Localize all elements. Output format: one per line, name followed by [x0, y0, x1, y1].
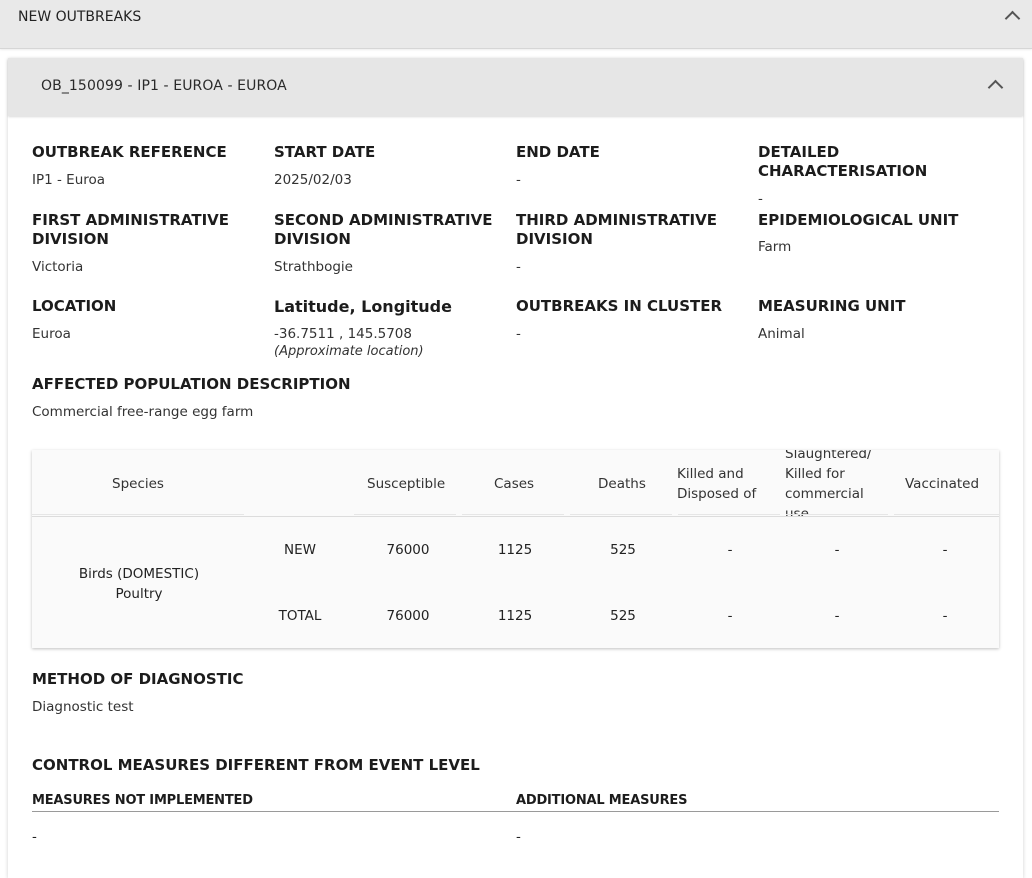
- additional-measures-value: -: [516, 829, 521, 845]
- header-slaughtered-line1: Slaughtered/: [785, 450, 872, 462]
- outbreak-card-title: OB_150099 - IP1 - EUROA - EUROA: [41, 78, 287, 94]
- header-divider: [354, 514, 456, 515]
- table-header: Species Susceptible Cases Deaths Killed …: [32, 450, 999, 517]
- new-outbreaks-title: NEW OUTBREAKS: [18, 9, 142, 25]
- field-label: AFFECTED POPULATION DESCRIPTION: [32, 375, 351, 393]
- header-slaughtered: Slaughtered/ Killed for commercial use: [785, 450, 872, 517]
- header-cases: Cases: [494, 476, 535, 492]
- chevron-up-icon[interactable]: [987, 79, 1004, 96]
- header-killed-line2: Disposed of: [677, 486, 757, 502]
- field-value: Commercial free-range egg farm: [32, 404, 254, 420]
- field-end-date: END DATE -: [516, 143, 746, 189]
- header-species: Species: [112, 476, 164, 492]
- field-measuring-unit: MEASURING UNIT Animal: [758, 297, 1008, 343]
- field-label: MEASURING UNIT: [758, 297, 906, 315]
- measures-not-implemented-label: MEASURES NOT IMPLEMENTED: [32, 793, 253, 808]
- control-measures-section: CONTROL MEASURES DIFFERENT FROM EVENT LE…: [32, 756, 632, 775]
- field-third-admin-division: THIRD ADMINISTRATIVE DIVISION -: [516, 211, 746, 276]
- header-deaths: Deaths: [598, 476, 646, 492]
- new-outbreaks-panel-header[interactable]: NEW OUTBREAKS: [0, 0, 1032, 49]
- measures-not-implemented-value: -: [32, 829, 37, 845]
- cell-susceptible: 76000: [386, 608, 430, 624]
- header-divider: [678, 514, 780, 515]
- header-vaccinated: Vaccinated: [905, 476, 980, 492]
- cell-vaccinated: -: [942, 542, 948, 558]
- cell-cases: 1125: [497, 542, 533, 558]
- field-value: -: [758, 191, 763, 207]
- field-value: Diagnostic test: [32, 699, 134, 715]
- field-value: -: [516, 172, 521, 188]
- cell-vaccinated: -: [942, 608, 948, 624]
- approximate-location-note: (Approximate location): [274, 344, 424, 359]
- field-value: IP1 - Euroa: [32, 172, 106, 188]
- header-divider: [32, 514, 244, 515]
- field-method-of-diagnostic: METHOD OF DIAGNOSTIC Diagnostic test: [32, 670, 432, 716]
- header-susceptible: Susceptible: [367, 476, 446, 492]
- header-slaughtered-line3: commercial: [785, 486, 864, 502]
- field-label: END DATE: [516, 143, 600, 161]
- field-value: Animal: [758, 326, 805, 342]
- cell-slaughtered: -: [834, 542, 840, 558]
- control-measures-title: CONTROL MEASURES DIFFERENT FROM EVENT LE…: [32, 756, 480, 774]
- field-value: 2025/02/03: [274, 172, 352, 188]
- field-second-admin-division: SECOND ADMINISTRATIVE DIVISION Strathbog…: [274, 211, 504, 276]
- field-label: THIRD ADMINISTRATIVE DIVISION: [516, 211, 717, 248]
- header-slaughtered-line4: use: [785, 506, 809, 517]
- species-cell: Birds (DOMESTIC) Poultry: [52, 564, 226, 604]
- field-value: -36.7511 , 145.5708: [274, 326, 412, 342]
- field-value: Strathbogie: [274, 259, 353, 275]
- measures-divider: [32, 811, 999, 812]
- field-latitude-longitude: Latitude, Longitude -36.7511 , 145.5708 …: [274, 297, 504, 361]
- field-label: Latitude, Longitude: [274, 297, 452, 316]
- field-label: METHOD OF DIAGNOSTIC: [32, 670, 244, 688]
- header-divider: [786, 514, 888, 515]
- field-location: LOCATION Euroa: [32, 297, 262, 343]
- field-label: OUTBREAKS IN CLUSTER: [516, 297, 723, 315]
- field-label: OUTBREAK REFERENCE: [32, 143, 227, 161]
- header-killed-line1: Killed and: [677, 466, 744, 482]
- header-killed-disposed: Killed and Disposed of: [677, 464, 756, 504]
- additional-measures-label: ADDITIONAL MEASURES: [516, 793, 688, 808]
- cell-cases: 1125: [497, 608, 533, 624]
- header-divider: [570, 514, 672, 515]
- cell-deaths: 525: [610, 608, 636, 624]
- field-first-admin-division: FIRST ADMINISTRATIVE DIVISION Victoria: [32, 211, 262, 276]
- field-value: Victoria: [32, 259, 84, 275]
- field-label: LOCATION: [32, 297, 117, 315]
- species-line2: Poultry: [115, 586, 163, 602]
- field-label: START DATE: [274, 143, 376, 161]
- field-value: Euroa: [32, 326, 71, 342]
- field-epidemiological-unit: EPIDEMIOLOGICAL UNIT Farm: [758, 211, 1008, 256]
- field-label: SECOND ADMINISTRATIVE DIVISION: [274, 211, 493, 248]
- cell-slaughtered: -: [834, 608, 840, 624]
- field-label: EPIDEMIOLOGICAL UNIT: [758, 211, 959, 229]
- field-label: DETAILED CHARACTERISATION: [758, 143, 928, 180]
- field-value: -: [516, 326, 521, 342]
- field-outbreak-reference: OUTBREAK REFERENCE IP1 - Euroa: [32, 143, 262, 189]
- field-value: -: [516, 259, 521, 275]
- field-outbreaks-in-cluster: OUTBREAKS IN CLUSTER -: [516, 297, 746, 343]
- cell-susceptible: 76000: [386, 542, 430, 558]
- row-type: TOTAL: [278, 608, 322, 624]
- row-type: NEW: [284, 542, 316, 558]
- field-start-date: START DATE 2025/02/03: [274, 143, 504, 189]
- cell-killed: -: [727, 542, 733, 558]
- species-table: Species Susceptible Cases Deaths Killed …: [32, 450, 999, 648]
- cell-killed: -: [727, 608, 733, 624]
- field-detailed-characterisation: DETAILED CHARACTERISATION -: [758, 143, 1008, 208]
- field-affected-population: AFFECTED POPULATION DESCRIPTION Commerci…: [32, 375, 532, 421]
- header-divider: [894, 514, 999, 515]
- field-value: Farm: [758, 239, 792, 255]
- chevron-up-icon[interactable]: [1004, 10, 1021, 27]
- cell-deaths: 525: [610, 542, 636, 558]
- field-label: FIRST ADMINISTRATIVE DIVISION: [32, 211, 230, 248]
- header-slaughtered-line2: Killed for: [785, 466, 845, 482]
- header-divider: [462, 514, 564, 515]
- outbreak-card-header[interactable]: OB_150099 - IP1 - EUROA - EUROA: [8, 58, 1023, 116]
- species-line1: Birds (DOMESTIC): [78, 566, 200, 582]
